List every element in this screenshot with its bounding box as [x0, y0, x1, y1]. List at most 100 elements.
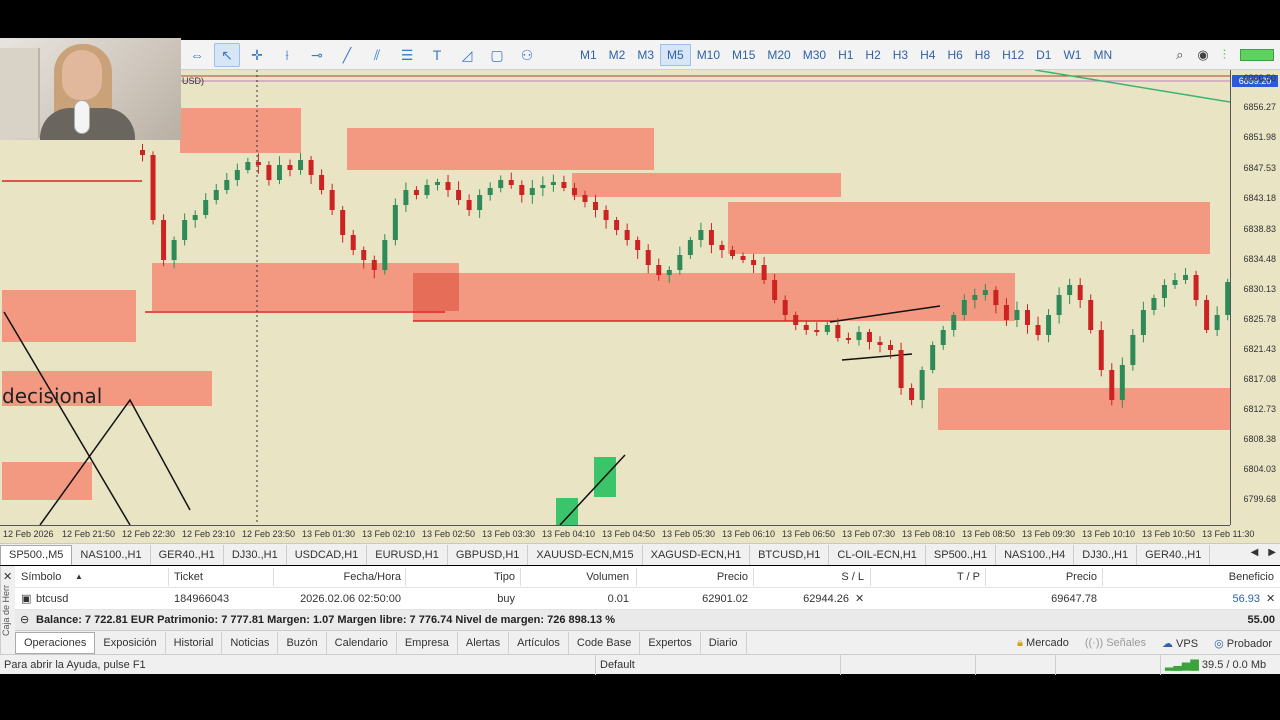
- chart-tab[interactable]: CL-OIL-ECN,H1: [829, 544, 926, 565]
- timeframe-h1[interactable]: H1: [832, 44, 859, 66]
- timeframe-h6[interactable]: H6: [941, 44, 968, 66]
- terminal-tab[interactable]: Historial: [166, 631, 223, 654]
- timeframe-w1[interactable]: W1: [1057, 44, 1087, 66]
- header-current-price[interactable]: Precio: [991, 566, 1097, 588]
- terminal-tab[interactable]: Operaciones: [15, 631, 96, 654]
- balance-expand-icon[interactable]: ⊖: [20, 610, 29, 630]
- header-symbol[interactable]: Símbolo: [21, 566, 61, 588]
- candle-body: [982, 290, 988, 295]
- chart-tab[interactable]: SP500.,M5: [0, 544, 73, 565]
- timeframe-m1[interactable]: M1: [574, 44, 603, 66]
- chart-tab[interactable]: DJ30.,H1: [224, 544, 287, 565]
- equidistant-channel-icon[interactable]: ⫽: [364, 43, 390, 67]
- chart-tab[interactable]: XAUUSD-ECN,M15: [528, 544, 643, 565]
- tester-button[interactable]: ◎ Probador: [1214, 637, 1272, 650]
- terminal-tab[interactable]: Code Base: [569, 631, 641, 654]
- candle-body: [740, 256, 746, 260]
- shapes-icon[interactable]: ◿: [454, 43, 480, 67]
- timeframe-m15[interactable]: M15: [726, 44, 761, 66]
- account-icon[interactable]: ◉: [1197, 47, 1208, 63]
- close-panel-icon[interactable]: ✕: [3, 570, 12, 583]
- timeframe-h2[interactable]: H2: [859, 44, 886, 66]
- trend-line-icon[interactable]: ╱: [334, 43, 360, 67]
- header-tp[interactable]: T / P: [876, 566, 980, 588]
- header-price[interactable]: Precio: [642, 566, 748, 588]
- header-sl[interactable]: S / L: [759, 566, 864, 588]
- chart-tab[interactable]: GBPUSD,H1: [448, 544, 529, 565]
- vps-button[interactable]: ☁ VPS: [1162, 637, 1198, 650]
- terminal-tab[interactable]: Diario: [701, 631, 747, 654]
- header-type[interactable]: Tipo: [411, 566, 515, 588]
- close-position-icon[interactable]: ✕: [1266, 588, 1275, 610]
- timeframe-m20[interactable]: M20: [761, 44, 796, 66]
- time-tick-label: 13 Feb 11:30: [1202, 529, 1255, 539]
- price-axis[interactable]: 6859.20 6860.50 6856.27 6851.98 6847.53 6843…: [1230, 70, 1280, 525]
- text-icon[interactable]: T: [424, 43, 450, 67]
- table-row[interactable]: ▣ btcusd 184966043 2026.02.06 02:50:00 b…: [15, 588, 1280, 610]
- header-time[interactable]: Fecha/Hora: [279, 566, 401, 588]
- terminal-panel: Caja de Herr ✕ Símbolo ▲ Ticket Fecha/Ho…: [0, 566, 1280, 654]
- chart-tab[interactable]: BTCUSD,H1: [750, 544, 830, 565]
- objects-menu-icon[interactable]: ⚇: [514, 43, 540, 67]
- timeframe-h3[interactable]: H3: [887, 44, 914, 66]
- vertical-line-icon[interactable]: ⟊: [274, 43, 300, 67]
- candle-body: [593, 202, 599, 210]
- chart-tab[interactable]: XAGUSD-ECN,H1: [643, 544, 751, 565]
- terminal-tab[interactable]: Noticias: [222, 631, 279, 654]
- header-profit[interactable]: Beneficio: [1108, 566, 1274, 588]
- candle-body: [340, 210, 346, 235]
- signals-button[interactable]: ((·)) Señales: [1085, 637, 1146, 649]
- terminal-tab[interactable]: Artículos: [509, 631, 569, 654]
- timeframe-m10[interactable]: M10: [691, 44, 726, 66]
- timeframe-m3[interactable]: M3: [631, 44, 660, 66]
- chart-tab[interactable]: EURUSD,H1: [367, 544, 448, 565]
- header-ticket[interactable]: Ticket: [174, 566, 203, 588]
- candle-body: [793, 315, 799, 325]
- search-icon[interactable]: ⌕: [1176, 47, 1183, 63]
- chart-tab[interactable]: GER40.,H1: [1137, 544, 1211, 565]
- timeframe-m30[interactable]: M30: [797, 44, 832, 66]
- terminal-tab[interactable]: Alertas: [458, 631, 510, 654]
- terminal-tab[interactable]: Exposición: [95, 631, 166, 654]
- scroll-left-icon[interactable]: ◀: [1251, 547, 1259, 558]
- crosshair-icon[interactable]: ✛: [244, 43, 270, 67]
- terminal-tab[interactable]: Buzón: [278, 631, 327, 654]
- terminal-tab[interactable]: Expertos: [640, 631, 701, 654]
- price-tick-label: 6843.18: [1243, 193, 1276, 203]
- candle-body: [361, 250, 367, 260]
- chart-tab[interactable]: NAS100.,H1: [72, 544, 151, 565]
- timeframe-d1[interactable]: D1: [1030, 44, 1057, 66]
- chart-tab[interactable]: DJ30.,H1: [1074, 544, 1138, 565]
- chart-tab[interactable]: SP500.,H1: [926, 544, 997, 565]
- terminal-tab[interactable]: Calendario: [327, 631, 397, 654]
- traffic-text: 39.5 / 0.0 Mb: [1201, 659, 1267, 671]
- chart-tab[interactable]: USDCAD,H1: [287, 544, 368, 565]
- timeframe-m5[interactable]: M5: [660, 44, 691, 66]
- status-empty-3: [1055, 655, 1160, 675]
- fibonacci-icon[interactable]: ☰: [394, 43, 420, 67]
- candle-body: [371, 260, 377, 270]
- candle-body: [161, 220, 167, 260]
- timeframe-m2[interactable]: M2: [603, 44, 632, 66]
- scroll-right-icon[interactable]: ▶: [1268, 547, 1276, 558]
- timeframe-h4[interactable]: H4: [914, 44, 941, 66]
- terminal-tab[interactable]: Empresa: [397, 631, 458, 654]
- price-tick-label: 6799.68: [1243, 494, 1276, 504]
- price-chart[interactable]: USD) decisional 6859.20 6860.50 6856.27 68…: [0, 70, 1280, 543]
- chart-tab[interactable]: GER40.,H1: [151, 544, 224, 565]
- market-button[interactable]: 🔒︎ Mercado: [1017, 637, 1069, 650]
- chart-tab[interactable]: NAS100.,H4: [996, 544, 1075, 565]
- chart-canvas[interactable]: [0, 70, 1230, 525]
- candle-body: [761, 265, 767, 280]
- header-volume[interactable]: Volumen: [526, 566, 629, 588]
- timeframe-mn[interactable]: MN: [1087, 44, 1118, 66]
- cursor-icon[interactable]: ↖: [214, 43, 240, 67]
- remove-sl-icon[interactable]: ✕: [855, 588, 864, 610]
- rectangle-icon[interactable]: ▢: [484, 43, 510, 67]
- timeframe-h12[interactable]: H12: [996, 44, 1030, 66]
- toolbox-toggle-icon[interactable]: ⇔: [184, 43, 210, 67]
- horizontal-line-icon[interactable]: ⊸: [304, 43, 330, 67]
- time-axis[interactable]: 12 Feb 2026 12 Feb 21:50 12 Feb 22:30 12 Fe…: [0, 525, 1254, 543]
- status-profile[interactable]: Default: [595, 655, 840, 675]
- timeframe-h8[interactable]: H8: [969, 44, 996, 66]
